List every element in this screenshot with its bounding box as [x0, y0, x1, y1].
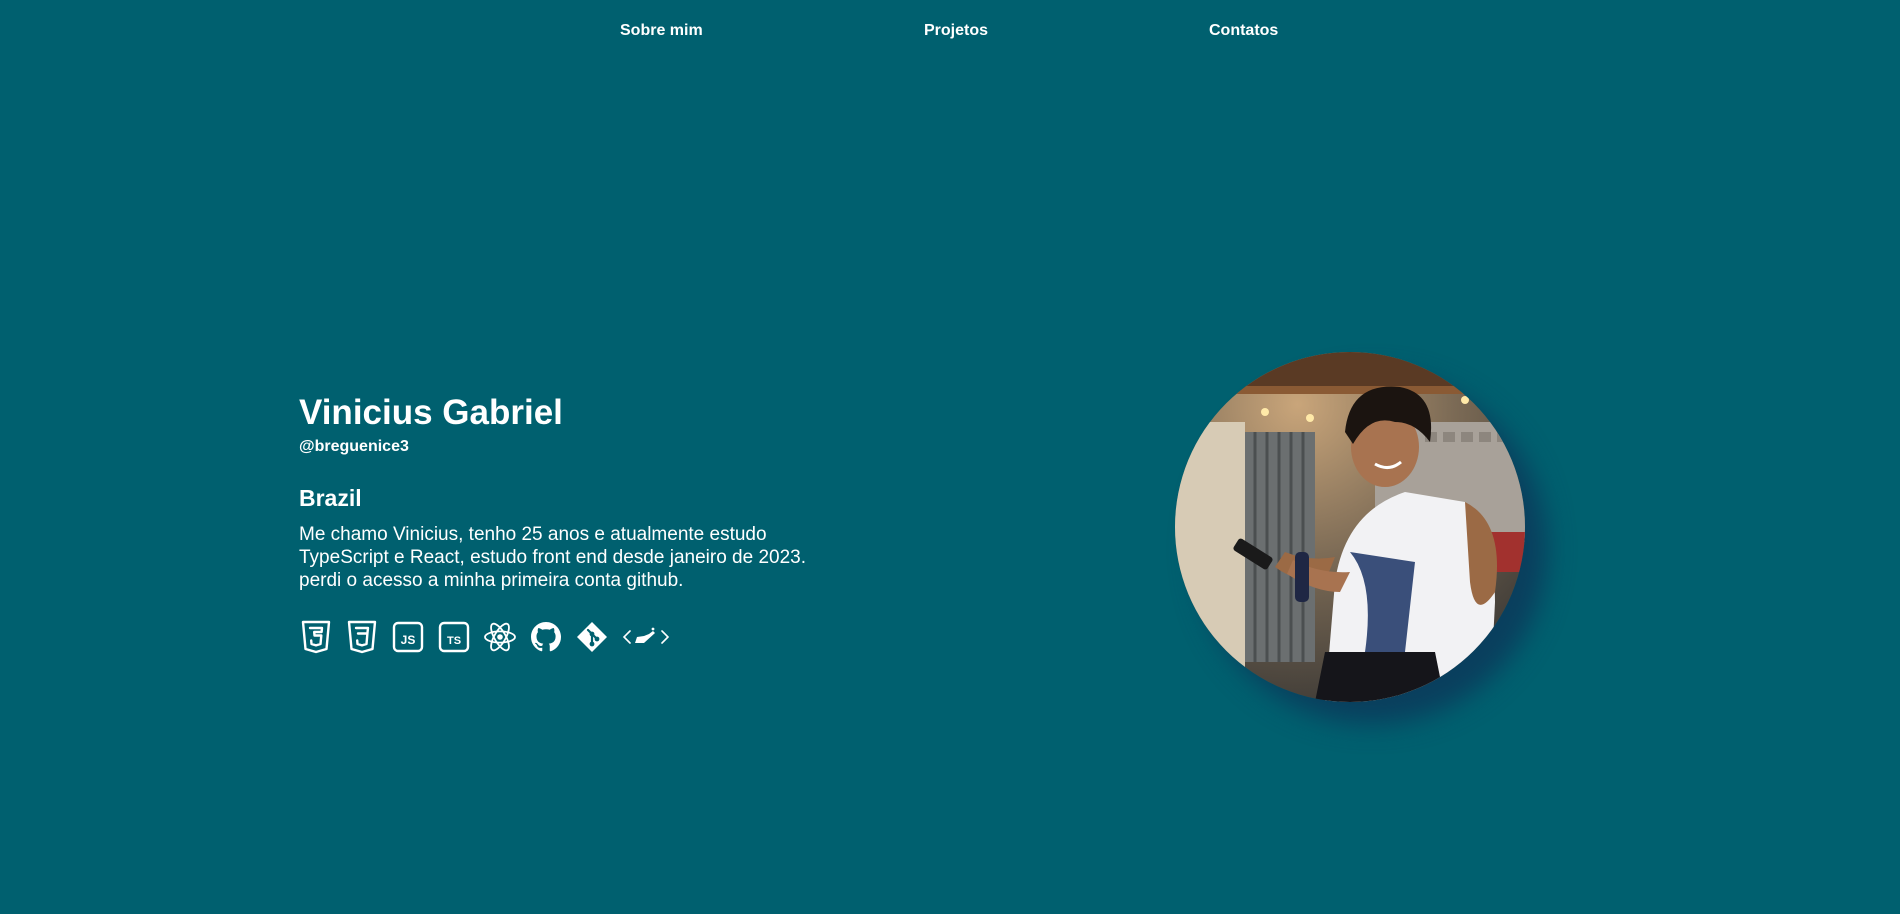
- html5-icon: [299, 620, 333, 654]
- profile-photo: [1175, 352, 1525, 702]
- javascript-icon: JS: [391, 620, 425, 654]
- typescript-icon: TS: [437, 620, 471, 654]
- profile-handle: @breguenice3: [299, 438, 409, 455]
- profile-section: Vinicius Gabriel @breguenice3 Brazil Me …: [299, 390, 819, 655]
- profile-photo-image: [1175, 352, 1525, 702]
- top-nav: Sobre mim Projetos Contatos: [0, 0, 1900, 62]
- profile-name: Vinicius Gabriel: [299, 393, 563, 432]
- vscode-icon: [621, 620, 671, 654]
- nav-link-sobre-mim[interactable]: Sobre mim: [620, 22, 703, 40]
- css3-icon: [345, 620, 379, 654]
- nav-link-projetos[interactable]: Projetos: [924, 22, 988, 40]
- svg-text:JS: JS: [401, 633, 416, 647]
- nav-link-contatos[interactable]: Contatos: [1209, 22, 1278, 40]
- tech-icons: JS TS: [299, 619, 819, 655]
- git-icon: [575, 620, 609, 654]
- github-icon: [529, 620, 563, 654]
- profile-country: Brazil: [299, 485, 362, 511]
- svg-text:TS: TS: [447, 635, 461, 647]
- react-icon: [483, 620, 517, 654]
- profile-bio: Me chamo Vinicius, tenho 25 anos e atual…: [299, 524, 806, 591]
